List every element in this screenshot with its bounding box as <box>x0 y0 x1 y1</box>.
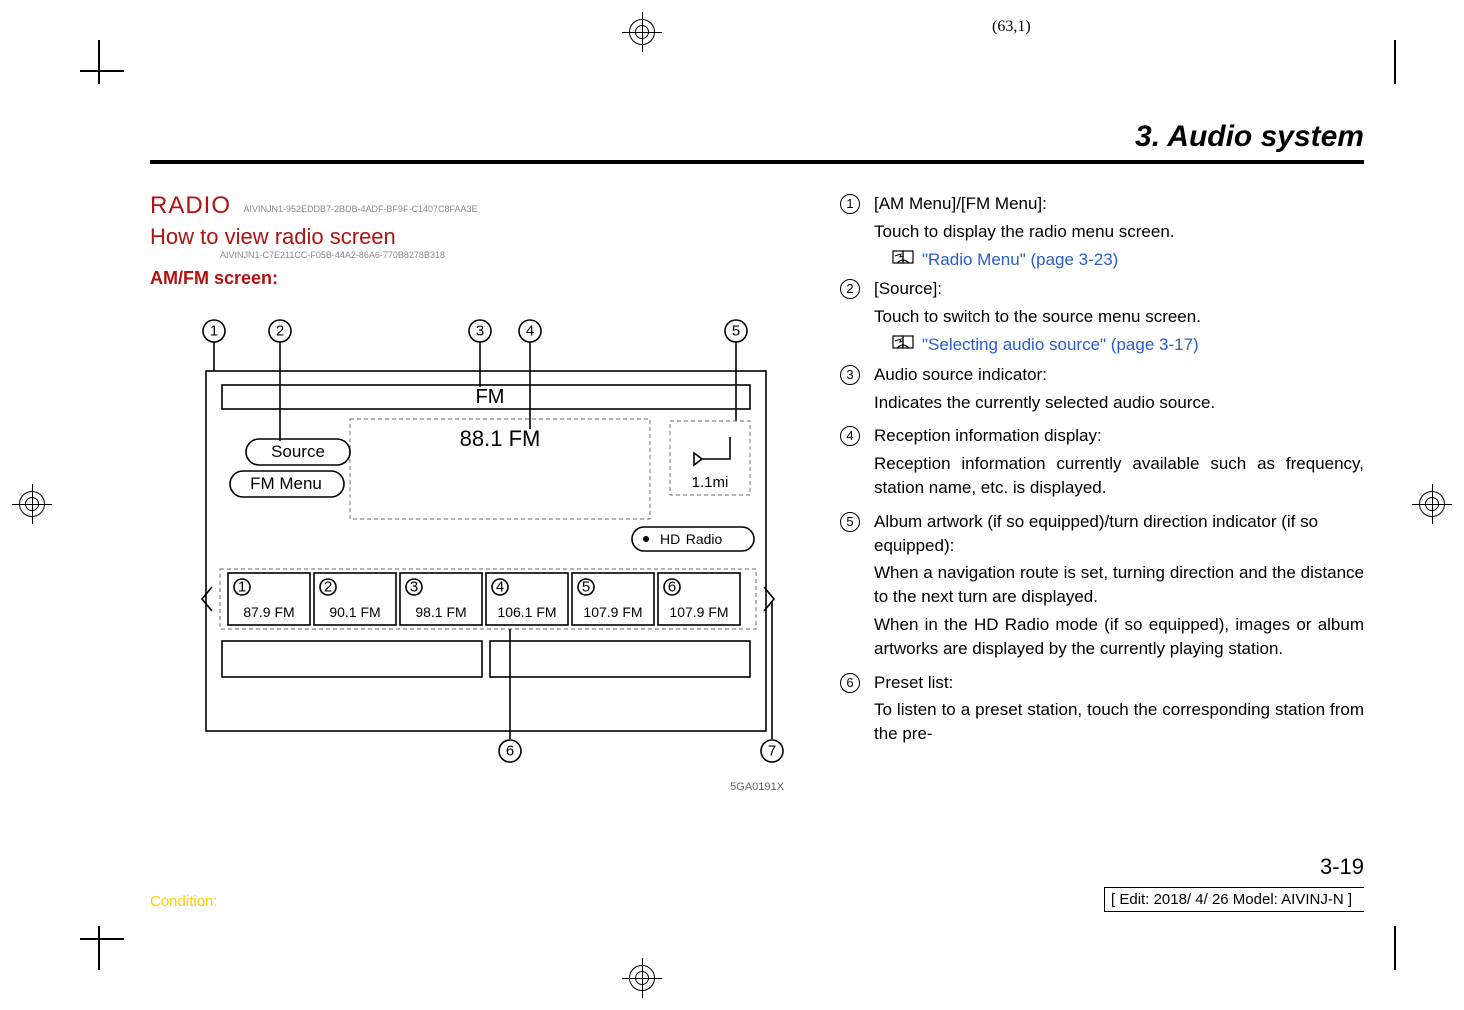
cross-reference-link[interactable]: "Radio Menu" (page 3-23) <box>892 248 1364 272</box>
left-column: RADIO AIVINJN1-952EDDB7-2BDB-4ADF-BF9F-C… <box>150 192 810 771</box>
svg-text:5: 5 <box>582 579 590 596</box>
svg-text:2: 2 <box>324 579 332 596</box>
item-body: Audio source indicator: Indicates the cur… <box>874 363 1364 419</box>
item-description: Touch to switch to the source menu scree… <box>874 305 1364 329</box>
guid-hash: AIVINJN1-952EDDB7-2BDB-4ADF-BF9F-C1407C8… <box>243 204 477 214</box>
item-description: Reception information currently availabl… <box>874 452 1364 500</box>
callout-6: 6 <box>506 743 514 760</box>
item-number-icon: 4 <box>840 426 860 446</box>
item-number-icon: 3 <box>840 365 860 385</box>
page-number: 3-19 <box>1320 854 1364 880</box>
item-title: [AM Menu]/[FM Menu]: <box>874 192 1364 216</box>
item-description: Indicates the currently selected audio s… <box>874 391 1364 415</box>
list-item: 2 [Source]: Touch to switch to the source … <box>840 277 1364 356</box>
heading-amfm: AM/FM screen: <box>150 268 810 289</box>
registration-mark-left <box>12 484 52 524</box>
svg-text:4: 4 <box>496 579 504 596</box>
svg-text:107.9 FM: 107.9 FM <box>669 604 728 620</box>
registration-mark-bottom <box>622 958 662 998</box>
item-title: Audio source indicator: <box>874 363 1364 387</box>
item-title: [Source]: <box>874 277 1364 301</box>
svg-text:Radio: Radio <box>686 531 723 547</box>
svg-text:106.1 FM: 106.1 FM <box>497 604 556 620</box>
item-title: Album artwork (if so equipped)/turn dire… <box>874 510 1364 558</box>
item-description: Touch to display the radio menu screen. <box>874 220 1364 244</box>
crop-mark <box>98 40 100 84</box>
svg-text:3: 3 <box>410 579 418 596</box>
diagram-menu-button: FM Menu <box>250 474 322 493</box>
cross-reference-text: "Radio Menu" (page 3-23) <box>922 248 1118 272</box>
svg-text:98.1 FM: 98.1 FM <box>415 604 466 620</box>
diagram-preset-1: 1 87.9 FM <box>228 573 310 625</box>
heading-radio: RADIO <box>150 192 231 220</box>
column-layout: RADIO AIVINJN1-952EDDB7-2BDB-4ADF-BF9F-C… <box>150 192 1364 771</box>
diagram-source-button: Source <box>271 442 325 461</box>
svg-text:87.9 FM: 87.9 FM <box>243 604 294 620</box>
callout-3: 3 <box>476 323 484 340</box>
item-number-icon: 2 <box>840 279 860 299</box>
item-body: Reception information display: Reception … <box>874 424 1364 503</box>
cross-reference-text: "Selecting audio source" (page 3-17) <box>922 333 1199 357</box>
callout-7: 7 <box>768 743 776 760</box>
list-item: 3 Audio source indicator: Indicates the cu… <box>840 363 1364 419</box>
item-number-icon: 5 <box>840 512 860 532</box>
amfm-screen-diagram: .ln{stroke:#000;stroke-width:1.6;fill:no… <box>190 311 790 771</box>
list-item: 6 Preset list: To listen to a preset stati… <box>840 671 1364 750</box>
section-title: 3. Audio system <box>150 120 1364 154</box>
item-description: When in the HD Radio mode (if so equippe… <box>874 613 1364 661</box>
crop-mark <box>1394 926 1396 970</box>
diagram-svg: .ln{stroke:#000;stroke-width:1.6;fill:no… <box>190 311 790 771</box>
heading-howto: How to view radio screen <box>150 224 810 250</box>
crop-mark <box>1394 40 1396 84</box>
item-body: Preset list: To listen to a preset statio… <box>874 671 1364 750</box>
crop-mark <box>80 70 124 72</box>
page-content: 3. Audio system RADIO AIVINJN1-952EDDB7-… <box>150 120 1364 870</box>
figure-id: 5GA0191X <box>730 781 784 793</box>
footer-condition: Condition: <box>150 893 218 910</box>
item-title: Reception information display: <box>874 424 1364 448</box>
item-title: Preset list: <box>874 671 1364 695</box>
item-description: To listen to a preset station, touch the… <box>874 698 1364 746</box>
diagram-preset-5: 5 107.9 FM <box>572 573 654 625</box>
diagram-frequency: 88.1 FM <box>460 426 541 451</box>
right-column: 1 [AM Menu]/[FM Menu]: Touch to display th… <box>840 192 1364 771</box>
cross-reference-link[interactable]: "Selecting audio source" (page 3-17) <box>892 333 1364 357</box>
callout-1: 1 <box>210 323 218 340</box>
diagram-preset-2: 2 90.1 FM <box>314 573 396 625</box>
svg-text:107.9 FM: 107.9 FM <box>583 604 642 620</box>
registration-mark-right <box>1412 484 1452 524</box>
registration-mark-top <box>622 12 662 52</box>
cross-reference-icon <box>892 248 916 266</box>
diagram-turn-distance: 1.1mi <box>692 474 729 491</box>
page-coordinate: (63,1) <box>992 18 1031 36</box>
svg-text:HD: HD <box>660 531 680 547</box>
item-body: Album artwork (if so equipped)/turn dire… <box>874 510 1364 665</box>
callout-5: 5 <box>732 323 740 340</box>
footer-edit-info: [ Edit: 2018/ 4/ 26 Model: AIVINJ-N ] <box>1104 887 1364 912</box>
svg-text:90.1 FM: 90.1 FM <box>329 604 380 620</box>
callout-2: 2 <box>276 323 284 340</box>
item-number-icon: 1 <box>840 194 860 214</box>
diagram-preset-4: 4 106.1 FM <box>486 573 568 625</box>
crop-mark <box>98 926 100 970</box>
section-rule <box>150 160 1364 164</box>
guid-hash: AIVINJN1-C7E211CC-F05B-44A2-86A6-770B827… <box>220 250 810 260</box>
svg-text:6: 6 <box>668 579 676 596</box>
item-body: [AM Menu]/[FM Menu]: Touch to display the… <box>874 192 1364 271</box>
diagram-preset-6: 6 107.9 FM <box>658 573 740 625</box>
list-item: 5 Album artwork (if so equipped)/turn dir… <box>840 510 1364 665</box>
cross-reference-icon <box>892 333 916 351</box>
diagram-band-label: FM <box>476 386 505 408</box>
callout-4: 4 <box>526 323 534 340</box>
diagram-preset-3: 3 98.1 FM <box>400 573 482 625</box>
list-item: 1 [AM Menu]/[FM Menu]: Touch to display th… <box>840 192 1364 271</box>
item-number-icon: 6 <box>840 673 860 693</box>
item-body: [Source]: Touch to switch to the source m… <box>874 277 1364 356</box>
list-item: 4Reception information display:Reception… <box>840 424 1364 503</box>
crop-mark <box>80 938 124 940</box>
item-description: When a navigation route is set, turning … <box>874 561 1364 609</box>
svg-text:1: 1 <box>238 579 246 596</box>
